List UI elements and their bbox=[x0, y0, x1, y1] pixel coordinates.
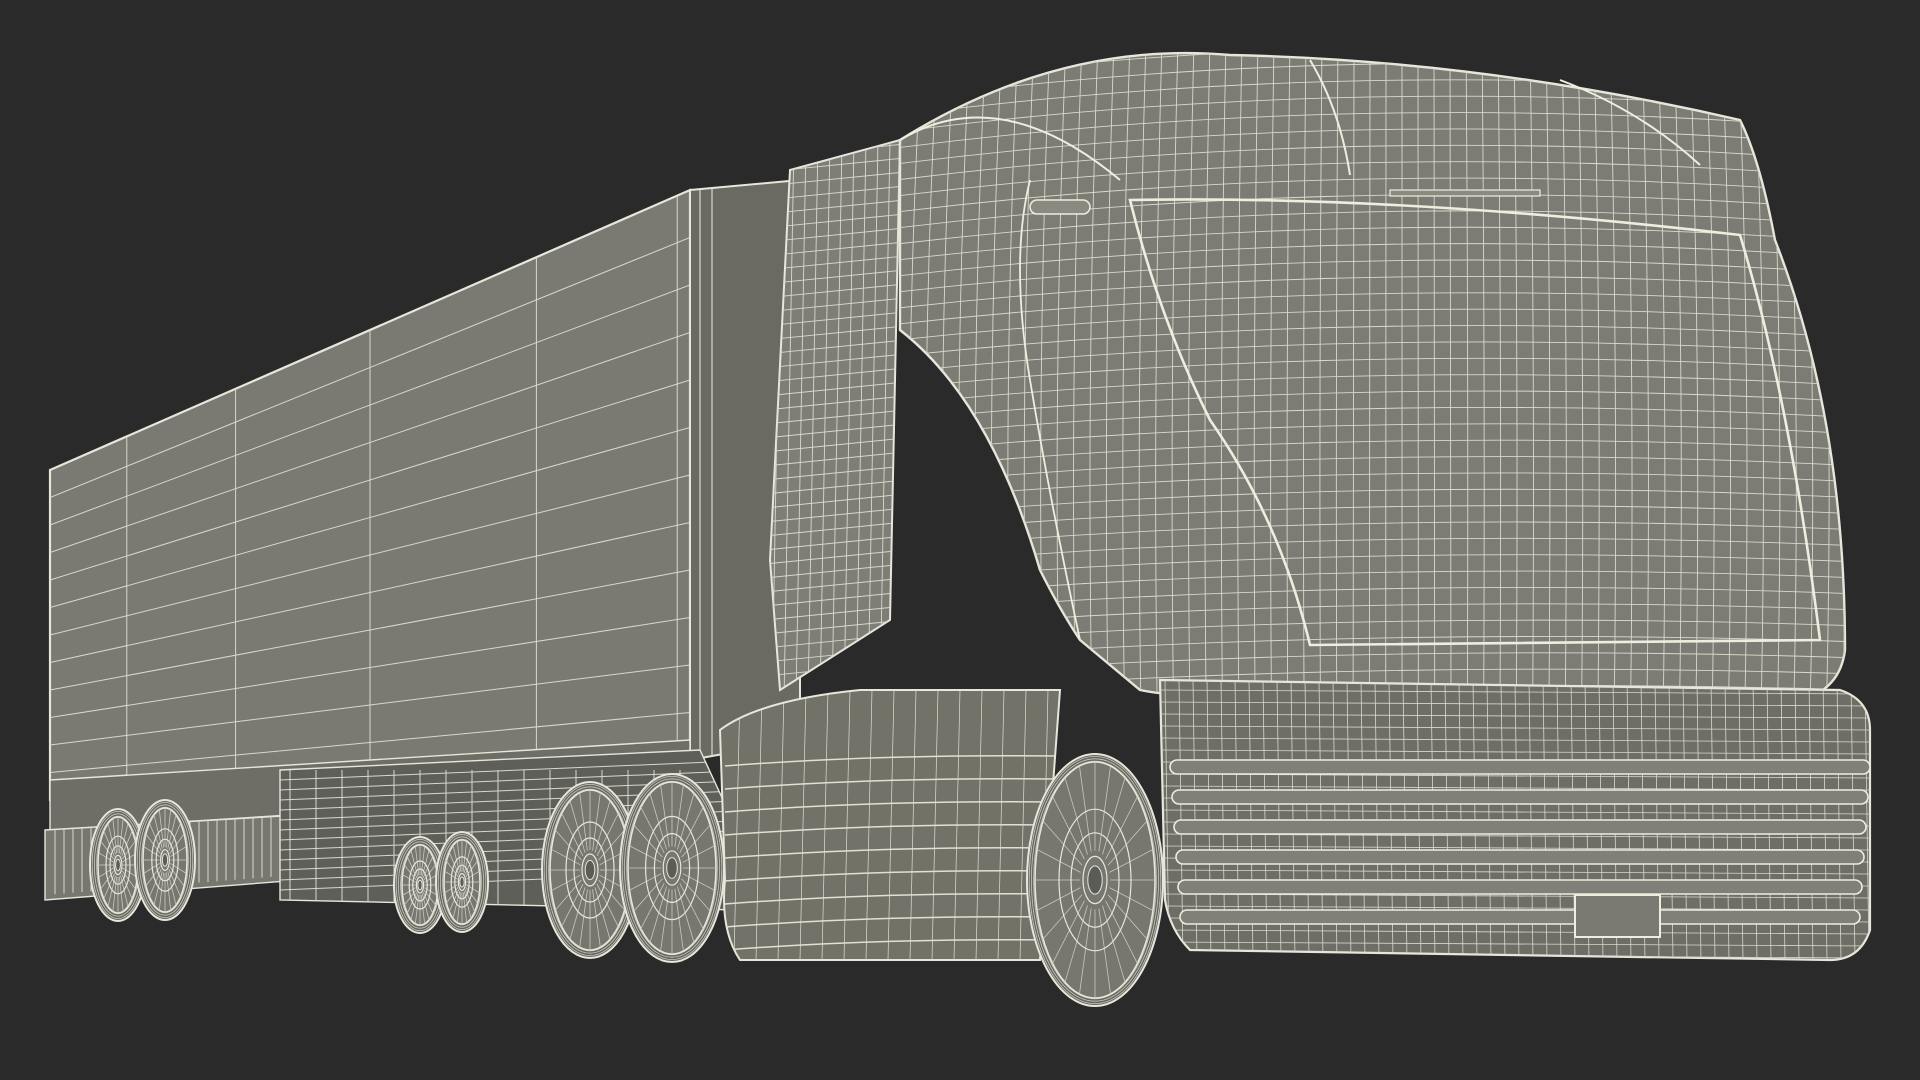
grille-slat bbox=[1171, 789, 1869, 805]
trailer-wheel-inner-2 bbox=[435, 831, 489, 933]
license-plate bbox=[1574, 894, 1661, 938]
cab-front-panel bbox=[898, 40, 1862, 710]
hub-cap bbox=[1087, 865, 1103, 895]
viewport-canvas bbox=[0, 0, 1920, 1080]
grille-slat bbox=[1175, 849, 1865, 865]
grille-slat bbox=[1177, 879, 1863, 895]
wireframe-render bbox=[44, 40, 1872, 1007]
grille-slat bbox=[1179, 909, 1861, 925]
grille-slat bbox=[1173, 819, 1867, 835]
trailer-side-panel bbox=[48, 188, 692, 802]
hub-cap bbox=[459, 876, 465, 888]
roof-light-left bbox=[1029, 199, 1091, 215]
roof-light-strip bbox=[1389, 189, 1541, 197]
front-wheel bbox=[1026, 753, 1164, 1007]
front-steer-wheel bbox=[1026, 753, 1164, 1007]
hub-cap bbox=[666, 857, 678, 879]
hub-cap bbox=[584, 859, 596, 881]
hub-cap bbox=[115, 858, 121, 872]
front-bumper-grille bbox=[1158, 678, 1872, 962]
hub-cap bbox=[417, 879, 423, 891]
side-fairing bbox=[718, 689, 1062, 961]
cab-front-vline bbox=[1850, 40, 1862, 710]
hub-cap bbox=[161, 853, 169, 867]
cab-front-body bbox=[898, 51, 1847, 702]
grille-slat bbox=[1169, 759, 1871, 775]
trailer-wheel-rear-2 bbox=[134, 799, 196, 921]
drive-wheel-2 bbox=[619, 773, 725, 963]
